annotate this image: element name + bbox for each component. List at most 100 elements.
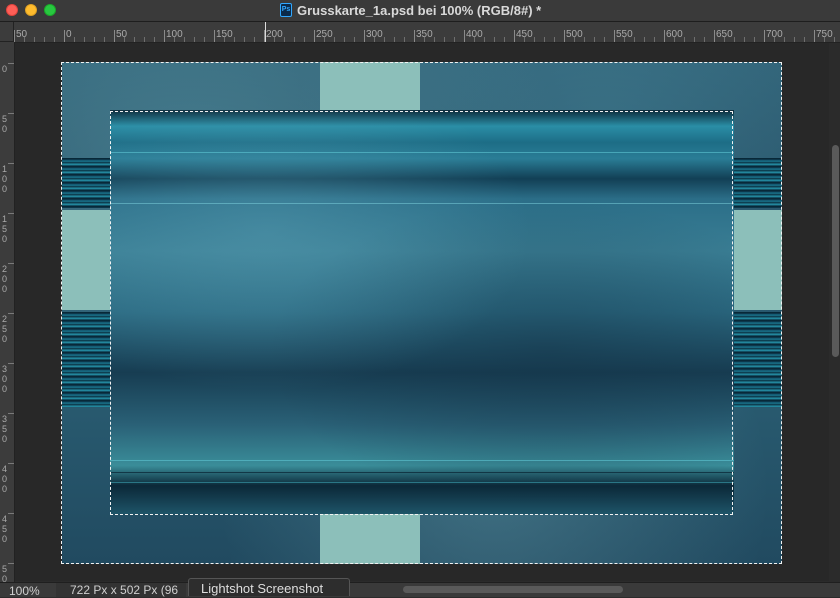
ruler-minor-tick	[444, 37, 445, 42]
highlight-line	[110, 152, 734, 153]
ruler-label-digit: 0	[2, 124, 8, 134]
ruler-minor-tick	[794, 37, 795, 42]
ruler-minor-tick	[574, 37, 575, 42]
ruler-label: 350	[2, 414, 10, 444]
mint-panel-right	[734, 210, 782, 310]
ruler-minor-tick	[694, 37, 695, 42]
ruler-minor-tick	[174, 37, 175, 42]
ruler-minor-tick	[674, 37, 675, 42]
ruler-minor-tick	[644, 37, 645, 42]
vertical-ruler[interactable]: 05010015020025030035040045050	[0, 42, 15, 584]
ruler-minor-tick	[294, 37, 295, 42]
ruler-label-digit: 0	[2, 234, 8, 244]
ruler-label: 0	[66, 29, 72, 40]
ruler-minor-tick	[234, 37, 235, 42]
ruler-label-digit: 5	[2, 324, 8, 334]
right-stripe-band-bottom	[732, 312, 782, 407]
vertical-scrollbar-thumb[interactable]	[832, 145, 839, 357]
ruler-label-digit: 0	[2, 484, 8, 494]
ruler-minor-tick	[34, 37, 35, 42]
document-size-info[interactable]: 722 Px x 502 Px (96	[56, 583, 186, 597]
ruler-minor-tick	[244, 37, 245, 42]
lightshot-tooltip[interactable]: Lightshot Screenshot	[188, 578, 350, 596]
ruler-label: 300	[2, 364, 10, 394]
ruler-label-digit: 5	[2, 114, 8, 124]
ruler-minor-tick	[834, 37, 835, 42]
ruler-label-digit: 0	[2, 434, 8, 444]
ruler-label-digit: 2	[2, 314, 8, 324]
ruler-minor-tick	[54, 37, 55, 42]
ruler-minor-tick	[104, 37, 105, 42]
ruler-label: 150	[2, 214, 10, 244]
ruler-label-digit: 5	[2, 424, 8, 434]
ruler-label: 400	[2, 464, 10, 494]
ruler-label-digit: 5	[2, 524, 8, 534]
ruler-minor-tick	[354, 37, 355, 42]
ruler-minor-tick	[44, 37, 45, 42]
ruler-label-digit: 1	[2, 214, 8, 224]
ruler-minor-tick	[784, 37, 785, 42]
ruler-minor-tick	[74, 37, 75, 42]
ruler-minor-tick	[554, 37, 555, 42]
ruler-minor-tick	[344, 37, 345, 42]
ruler-minor-tick	[454, 37, 455, 42]
zoom-window-button[interactable]	[44, 4, 56, 16]
close-window-button[interactable]	[6, 4, 18, 16]
ruler-minor-tick	[384, 37, 385, 42]
document-title: Grusskarte_1a.psd bei 100% (RGB/8#) *	[297, 2, 542, 18]
mint-panel-top	[320, 62, 420, 110]
ruler-label-digit: 0	[2, 374, 8, 384]
inner-layer[interactable]	[110, 110, 734, 514]
ruler-label-digit: 3	[2, 364, 8, 374]
ruler-minor-tick	[594, 37, 595, 42]
ruler-label-digit: 0	[2, 174, 8, 184]
ruler-minor-tick	[704, 37, 705, 42]
ruler-minor-tick	[534, 37, 535, 42]
right-stripe-band-top	[732, 158, 782, 208]
ruler-minor-tick	[284, 37, 285, 42]
ruler-minor-tick	[504, 37, 505, 42]
ruler-minor-tick	[724, 37, 725, 42]
ruler-minor-tick	[404, 37, 405, 42]
ruler-minor-tick	[144, 37, 145, 42]
ruler-label-digit: 3	[2, 414, 8, 424]
title-bar: Ps Grusskarte_1a.psd bei 100% (RGB/8#) *	[0, 0, 840, 22]
ruler-minor-tick	[124, 37, 125, 42]
ruler-minor-tick	[604, 37, 605, 42]
ruler-minor-tick	[684, 37, 685, 42]
ruler-minor-tick	[624, 37, 625, 42]
ruler-minor-tick	[374, 37, 375, 42]
ruler-minor-tick	[824, 37, 825, 42]
ruler-label-digit: 0	[2, 184, 8, 194]
document-canvas[interactable]	[62, 62, 782, 564]
minimize-window-button[interactable]	[25, 4, 37, 16]
highlight-line	[110, 460, 734, 461]
horizontal-ruler[interactable]: 50 0 50 100 150 200 250 300 350 400 450 500 550 600 65…	[14, 22, 840, 43]
horizontal-scrollbar-thumb[interactable]	[403, 586, 623, 593]
ruler-label-digit: 5	[2, 224, 8, 234]
ruler-cursor-marker	[265, 22, 266, 42]
ruler-minor-tick	[154, 37, 155, 42]
ruler-label-digit: 5	[2, 564, 8, 574]
ruler-label-digit: 0	[2, 284, 8, 294]
ruler-origin[interactable]	[0, 22, 14, 42]
ruler-minor-tick	[734, 37, 735, 42]
ruler-minor-tick	[804, 37, 805, 42]
left-stripe-band-bottom	[62, 312, 112, 407]
ruler-minor-tick	[754, 37, 755, 42]
ruler-minor-tick	[84, 37, 85, 42]
ruler-minor-tick	[224, 37, 225, 42]
ruler-label-digit: 0	[2, 474, 8, 484]
ruler-minor-tick	[434, 37, 435, 42]
ruler-label-digit: 0	[2, 274, 8, 284]
ruler-label: 0	[2, 64, 10, 74]
ruler-label-digit: 0	[2, 384, 8, 394]
ruler-label: 250	[2, 314, 10, 344]
ruler-minor-tick	[494, 37, 495, 42]
highlight-line	[110, 203, 734, 204]
ruler-minor-tick	[324, 37, 325, 42]
photoshop-icon: Ps	[280, 3, 292, 17]
ruler-minor-tick	[744, 37, 745, 42]
ruler-minor-tick	[544, 37, 545, 42]
ruler-minor-tick	[94, 37, 95, 42]
